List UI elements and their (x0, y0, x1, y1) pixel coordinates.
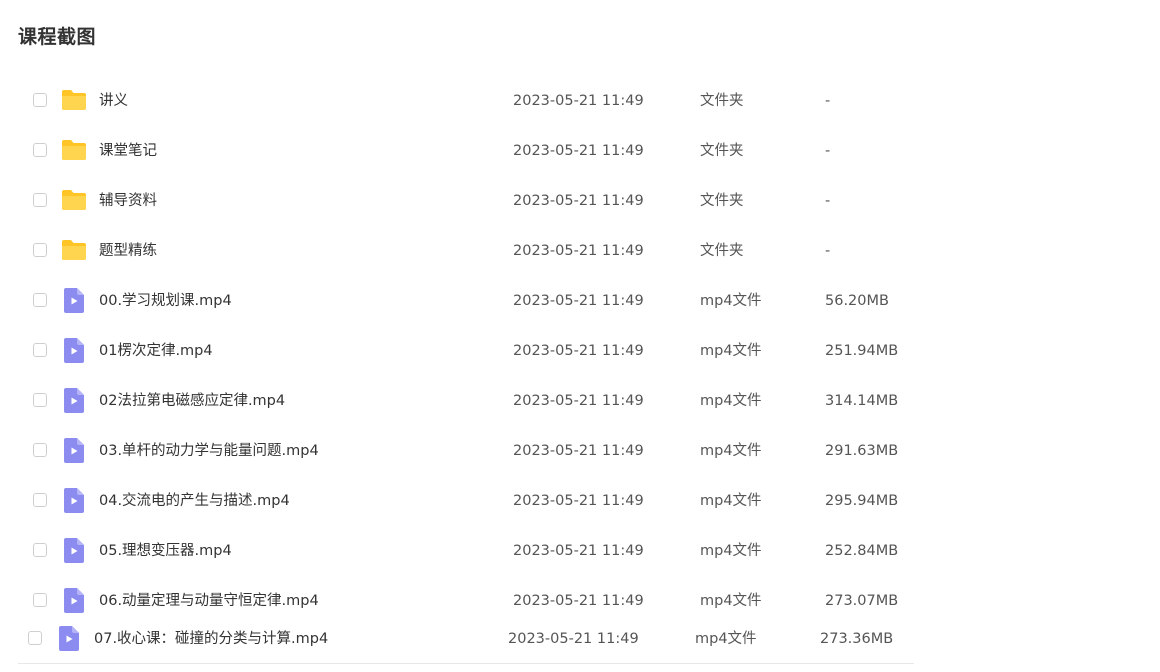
file-name[interactable]: 课堂笔记 (99, 126, 157, 176)
file-size: - (825, 243, 831, 259)
file-row[interactable]: 05.理想变压器.mp4 2023-05-21 11:49 mp4文件 252.… (0, 526, 1160, 576)
file-name[interactable]: 02法拉第电磁感应定律.mp4 (99, 376, 285, 426)
row-checkbox[interactable] (33, 443, 47, 457)
file-list: 讲义 2023-05-21 11:49 文件夹 - 课堂笔记 2023-05-2… (0, 76, 1160, 626)
file-type: 文件夹 (700, 243, 744, 259)
file-size: 273.36MB (820, 631, 894, 647)
folder-icon (62, 140, 86, 160)
file-size: 314.14MB (825, 393, 899, 409)
video-file-icon (64, 288, 84, 313)
file-type: 文件夹 (700, 93, 744, 109)
folder-icon (62, 240, 86, 260)
file-size: 252.84MB (825, 543, 899, 559)
video-file-icon (64, 488, 84, 513)
file-name[interactable]: 题型精练 (99, 226, 157, 276)
file-date: 2023-05-21 11:49 (513, 393, 644, 409)
folder-icon (62, 190, 86, 210)
video-file-icon (64, 338, 84, 363)
file-size: 291.63MB (825, 443, 899, 459)
video-file-icon (64, 388, 84, 413)
file-row[interactable]: 04.交流电的产生与描述.mp4 2023-05-21 11:49 mp4文件 … (0, 476, 1160, 526)
file-type: mp4文件 (700, 443, 762, 459)
file-name[interactable]: 03.单杆的动力学与能量问题.mp4 (99, 426, 319, 476)
file-row[interactable]: 00.学习规划课.mp4 2023-05-21 11:49 mp4文件 56.2… (0, 276, 1160, 326)
file-date: 2023-05-21 11:49 (513, 443, 644, 459)
list-divider (18, 663, 914, 664)
file-row[interactable]: 课堂笔记 2023-05-21 11:49 文件夹 - (0, 126, 1160, 176)
file-date: 2023-05-21 11:49 (513, 343, 644, 359)
file-row[interactable]: 03.单杆的动力学与能量问题.mp4 2023-05-21 11:49 mp4文… (0, 426, 1160, 476)
file-size: 56.20MB (825, 293, 889, 309)
row-checkbox[interactable] (33, 543, 47, 557)
video-file-icon (64, 588, 84, 613)
file-date: 2023-05-21 11:49 (513, 93, 644, 109)
file-type: 文件夹 (700, 143, 744, 159)
file-size: - (825, 143, 831, 159)
file-date: 2023-05-21 11:49 (513, 543, 644, 559)
file-row[interactable]: 辅导资料 2023-05-21 11:49 文件夹 - (0, 176, 1160, 226)
video-file-icon (59, 626, 79, 651)
folder-icon (62, 90, 86, 110)
file-date: 2023-05-21 11:49 (513, 193, 644, 209)
file-date: 2023-05-21 11:49 (513, 243, 644, 259)
row-checkbox[interactable] (33, 343, 47, 357)
file-name[interactable]: 05.理想变压器.mp4 (99, 526, 232, 576)
row-checkbox[interactable] (33, 493, 47, 507)
file-type: mp4文件 (700, 343, 762, 359)
row-checkbox[interactable] (33, 193, 47, 207)
video-file-icon (64, 438, 84, 463)
row-checkbox[interactable] (28, 631, 42, 645)
file-row[interactable]: 07.收心课：碰撞的分类与计算.mp4 2023-05-21 11:49 mp4… (0, 614, 1160, 664)
file-type: mp4文件 (695, 631, 757, 647)
file-size: - (825, 93, 831, 109)
file-name[interactable]: 04.交流电的产生与描述.mp4 (99, 476, 290, 526)
file-row[interactable]: 01楞次定律.mp4 2023-05-21 11:49 mp4文件 251.94… (0, 326, 1160, 376)
file-size: 251.94MB (825, 343, 899, 359)
row-checkbox[interactable] (33, 243, 47, 257)
file-type: mp4文件 (700, 493, 762, 509)
file-size: 295.94MB (825, 493, 899, 509)
row-checkbox[interactable] (33, 393, 47, 407)
row-checkbox[interactable] (33, 593, 47, 607)
file-date: 2023-05-21 11:49 (513, 493, 644, 509)
file-type: mp4文件 (700, 393, 762, 409)
file-name[interactable]: 讲义 (99, 76, 128, 126)
file-type: mp4文件 (700, 543, 762, 559)
file-date: 2023-05-21 11:49 (513, 293, 644, 309)
row-checkbox[interactable] (33, 93, 47, 107)
row-checkbox[interactable] (33, 143, 47, 157)
section-title: 课程截图 (18, 26, 97, 48)
file-type: 文件夹 (700, 193, 744, 209)
file-name[interactable]: 00.学习规划课.mp4 (99, 276, 232, 326)
file-type: mp4文件 (700, 293, 762, 309)
file-name[interactable]: 01楞次定律.mp4 (99, 326, 213, 376)
file-size: - (825, 193, 831, 209)
video-file-icon (64, 538, 84, 563)
file-row[interactable]: 讲义 2023-05-21 11:49 文件夹 - (0, 76, 1160, 126)
row-checkbox[interactable] (33, 293, 47, 307)
file-date: 2023-05-21 11:49 (513, 143, 644, 159)
file-row[interactable]: 题型精练 2023-05-21 11:49 文件夹 - (0, 226, 1160, 276)
file-row[interactable]: 02法拉第电磁感应定律.mp4 2023-05-21 11:49 mp4文件 3… (0, 376, 1160, 426)
file-name[interactable]: 07.收心课：碰撞的分类与计算.mp4 (94, 614, 328, 664)
file-name[interactable]: 辅导资料 (99, 176, 157, 226)
file-date: 2023-05-21 11:49 (508, 631, 639, 647)
